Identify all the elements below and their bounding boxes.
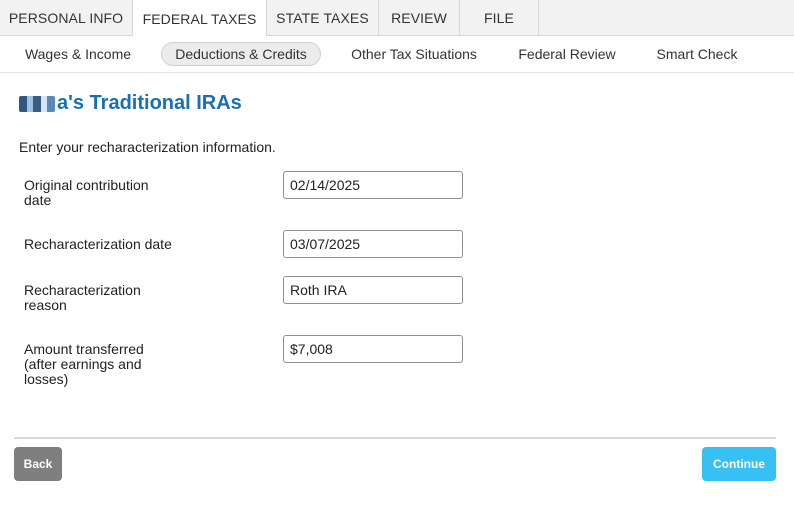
page-title-text: a's Traditional IRAs	[57, 92, 242, 114]
continue-button[interactable]: Continue	[702, 447, 776, 481]
tab-personal-info[interactable]: PERSONAL INFO	[0, 0, 133, 36]
sub-navigation: Wages & Income Deductions & Credits Othe…	[0, 36, 794, 73]
back-button[interactable]: Back	[14, 447, 62, 481]
original-contribution-date-label: Original contribution date	[24, 177, 149, 208]
subtab-federal-review[interactable]: Federal Review	[513, 42, 621, 66]
recharacterization-reason-label: Recharacterization reason	[24, 282, 141, 313]
amount-transferred-label: Amount transferred (after earnings and l…	[24, 341, 144, 387]
subtab-smart-check[interactable]: Smart Check	[651, 42, 743, 66]
recharacterization-date-label: Recharacterization date	[24, 236, 172, 252]
tab-file[interactable]: FILE	[460, 0, 539, 36]
tab-federal-taxes[interactable]: FEDERAL TAXES	[133, 0, 267, 37]
tab-state-taxes[interactable]: STATE TAXES	[267, 0, 379, 36]
footer-divider	[14, 437, 776, 439]
intro-text: Enter your recharacterization informatio…	[19, 139, 276, 155]
amount-transferred-field[interactable]	[283, 335, 463, 363]
subtab-deductions-credits[interactable]: Deductions & Credits	[161, 42, 321, 66]
redacted-name-graphic	[19, 95, 55, 112]
subtab-other-tax-situations[interactable]: Other Tax Situations	[345, 42, 483, 66]
top-navigation: PERSONAL INFO FEDERAL TAXES STATE TAXES …	[0, 0, 794, 37]
original-contribution-date-field[interactable]	[283, 171, 463, 199]
recharacterization-reason-field[interactable]	[283, 276, 463, 304]
recharacterization-date-field[interactable]	[283, 230, 463, 258]
tab-review[interactable]: REVIEW	[379, 0, 460, 36]
page-title: a's Traditional IRAs	[19, 92, 242, 115]
subtab-wages-income[interactable]: Wages & Income	[19, 42, 137, 66]
